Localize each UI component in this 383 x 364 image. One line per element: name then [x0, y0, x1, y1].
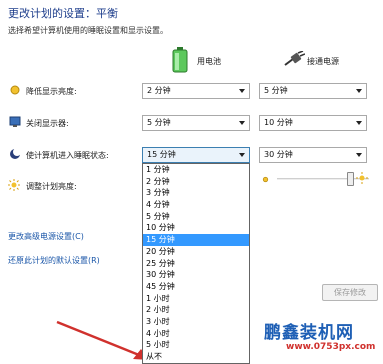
- brightness-sun-icon: [8, 179, 20, 191]
- display-off-plugged-value: 10 分钟: [264, 118, 293, 127]
- dropdown-option[interactable]: 从不: [143, 351, 249, 363]
- dim-battery-select[interactable]: 2 分钟: [142, 83, 250, 99]
- power-plug-icon: [284, 51, 305, 66]
- sleep-plugged-select[interactable]: 30 分钟: [259, 147, 367, 163]
- dropdown-option[interactable]: 20 分钟: [143, 246, 249, 258]
- dropdown-option[interactable]: 1 小时: [143, 293, 249, 305]
- sleep-battery-value: 15 分钟: [147, 150, 176, 159]
- page-title: 更改计划的设置：平衡: [8, 7, 118, 20]
- dropdown-option[interactable]: 3 分钟: [143, 187, 249, 199]
- chevron-down-icon: [356, 89, 362, 93]
- chevron-down-icon: [356, 153, 362, 157]
- chevron-down-icon: [356, 121, 362, 125]
- annotation-arrow-icon: [56, 320, 149, 360]
- chevron-down-icon: [239, 121, 245, 125]
- save-button[interactable]: 保存修改: [322, 284, 378, 301]
- battery-icon: [172, 47, 188, 73]
- dim-display-icon: [10, 85, 20, 95]
- sleep-plugged-value: 30 分钟: [264, 150, 293, 159]
- chevron-down-icon: [239, 89, 245, 93]
- advanced-settings-link[interactable]: 更改高级电源设置(C): [8, 231, 84, 242]
- dim-plugged-select[interactable]: 5 分钟: [259, 83, 367, 99]
- dropdown-option[interactable]: 4 分钟: [143, 199, 249, 211]
- dropdown-option[interactable]: 2 小时: [143, 304, 249, 316]
- watermark-logo: 鹏鑫装机网: [264, 323, 354, 343]
- dropdown-option[interactable]: 5 小时: [143, 339, 249, 351]
- sleep-moon-icon: [10, 148, 21, 159]
- dropdown-option[interactable]: 15 分钟: [143, 234, 249, 246]
- dropdown-option[interactable]: 4 小时: [143, 328, 249, 340]
- display-off-plugged-select[interactable]: 10 分钟: [259, 115, 367, 131]
- sleep-label: 使计算机进入睡眠状态:: [26, 151, 109, 160]
- brightness-low-icon: [262, 176, 269, 183]
- chevron-down-icon: [239, 153, 245, 157]
- dim-battery-value: 2 分钟: [147, 86, 171, 95]
- dropdown-option[interactable]: 30 分钟: [143, 269, 249, 281]
- sleep-battery-select[interactable]: 15 分钟: [142, 147, 250, 163]
- dropdown-option[interactable]: 45 分钟: [143, 281, 249, 293]
- brightness-high-icon: [356, 172, 368, 184]
- display-off-label: 关闭显示器:: [26, 119, 69, 128]
- display-off-icon: [9, 116, 21, 127]
- dropdown-option[interactable]: 2 分钟: [143, 176, 249, 188]
- column-plugged-label: 接通电源: [307, 57, 339, 66]
- dim-display-label: 降低显示亮度:: [26, 87, 77, 96]
- dropdown-option[interactable]: 10 分钟: [143, 222, 249, 234]
- dropdown-option[interactable]: 25 分钟: [143, 258, 249, 270]
- dropdown-option[interactable]: 1 分钟: [143, 164, 249, 176]
- column-battery-label: 用电池: [197, 57, 221, 66]
- dropdown-option[interactable]: 5 分钟: [143, 211, 249, 223]
- restore-defaults-link[interactable]: 还原此计划的默认设置(R): [8, 255, 100, 266]
- dropdown-option[interactable]: 3 小时: [143, 316, 249, 328]
- sleep-battery-dropdown[interactable]: 1 分钟 2 分钟 3 分钟 4 分钟 5 分钟 10 分钟 15 分钟 20 分钟 25 分钟…: [142, 163, 250, 364]
- dim-plugged-value: 5 分钟: [264, 86, 288, 95]
- display-off-battery-value: 5 分钟: [147, 118, 171, 127]
- display-off-battery-select[interactable]: 5 分钟: [142, 115, 250, 131]
- brightness-label: 调整计划亮度:: [26, 182, 77, 191]
- watermark-url: www.0753px.com: [286, 342, 376, 352]
- page-subtitle: 选择希望计算机使用的睡眠设置和显示设置。: [8, 26, 168, 35]
- brightness-slider-thumb[interactable]: [347, 172, 355, 186]
